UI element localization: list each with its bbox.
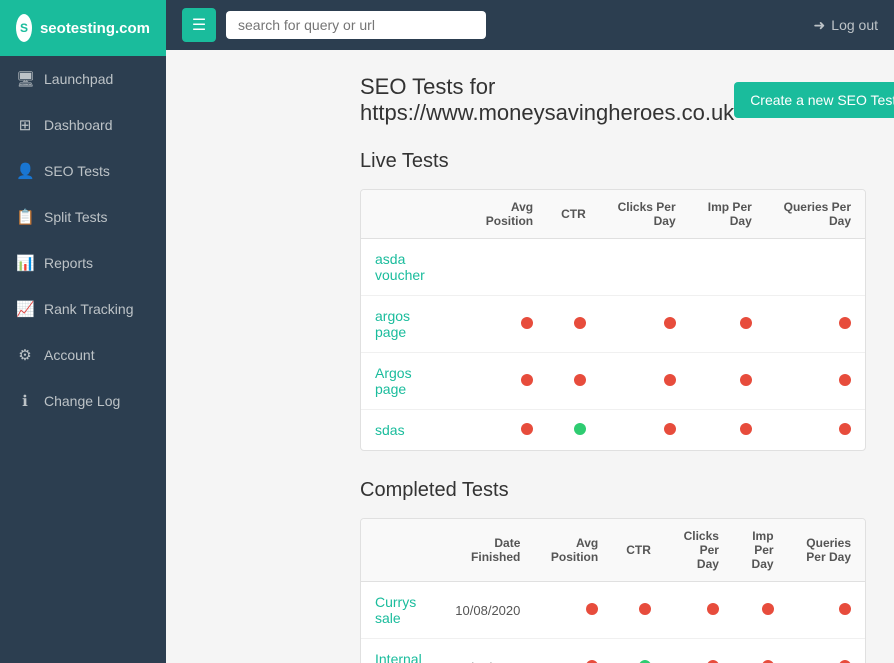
sidebar: S seotesting.com 🖥 Launchpad ⊞ Dashboard… bbox=[0, 0, 166, 663]
sidebar-item-rank-tracking[interactable]: 📈 Rank Tracking bbox=[0, 286, 166, 332]
sidebar-item-label: Change Log bbox=[44, 393, 120, 409]
date-cell: 10/08/2020 bbox=[440, 582, 534, 639]
dashboard-icon: ⊞ bbox=[16, 116, 34, 134]
test-name-link[interactable]: asda voucher bbox=[375, 251, 425, 283]
live-tests-table-container: Avg Position CTR Clicks Per Day Imp Per … bbox=[360, 189, 866, 451]
status-dot bbox=[521, 374, 533, 386]
table-row: Argos page bbox=[361, 353, 865, 410]
status-dot bbox=[586, 603, 598, 615]
status-dot bbox=[839, 374, 851, 386]
create-seo-test-button[interactable]: Create a new SEO Test bbox=[734, 82, 894, 118]
topbar: ☰ ➜ Log out bbox=[166, 0, 894, 50]
change-log-icon: ℹ bbox=[16, 392, 34, 410]
col-imp: Imp Per Day bbox=[690, 190, 766, 239]
completed-tests-table-container: Date Finished Avg Position CTR Clicks Pe… bbox=[360, 518, 866, 663]
logout-area[interactable]: ➜ Log out bbox=[814, 17, 878, 34]
sidebar-item-dashboard[interactable]: ⊞ Dashboard bbox=[0, 102, 166, 148]
status-dot bbox=[839, 423, 851, 435]
sidebar-item-seo-tests[interactable]: 👤 SEO Tests bbox=[0, 148, 166, 194]
menu-button[interactable]: ☰ bbox=[182, 8, 216, 42]
rank-tracking-icon: 📈 bbox=[16, 300, 34, 318]
launchpad-icon: 🖥 bbox=[16, 70, 34, 88]
status-dot bbox=[839, 317, 851, 329]
split-tests-icon: 📋 bbox=[16, 208, 34, 226]
search-input[interactable] bbox=[226, 11, 486, 39]
seo-tests-icon: 👤 bbox=[16, 162, 34, 180]
table-row: sdas bbox=[361, 410, 865, 451]
status-dot bbox=[664, 317, 676, 329]
col-avg-pos: Avg Position bbox=[458, 190, 547, 239]
col-ctr: CTR bbox=[612, 519, 665, 582]
sidebar-item-label: Launchpad bbox=[44, 71, 113, 87]
page-title: SEO Tests for https://www.moneysavingher… bbox=[360, 74, 734, 126]
status-dot bbox=[521, 423, 533, 435]
completed-tests-table: Date Finished Avg Position CTR Clicks Pe… bbox=[361, 519, 865, 663]
test-name-link[interactable]: Argos page bbox=[375, 365, 412, 397]
account-icon: ⚙ bbox=[16, 346, 34, 364]
col-ctr: CTR bbox=[547, 190, 600, 239]
date-cell: 01/08/2020 bbox=[440, 639, 534, 663]
col-date: Date Finished bbox=[440, 519, 534, 582]
col-name bbox=[361, 190, 458, 239]
status-dot bbox=[574, 374, 586, 386]
status-dot bbox=[574, 317, 586, 329]
sidebar-item-label: Rank Tracking bbox=[44, 301, 133, 317]
sidebar-item-launchpad[interactable]: 🖥 Launchpad bbox=[0, 56, 166, 102]
sidebar-item-label: Dashboard bbox=[44, 117, 113, 133]
col-imp: Imp Per Day bbox=[733, 519, 788, 582]
col-queries: Queries Per Day bbox=[766, 190, 865, 239]
status-dot bbox=[740, 423, 752, 435]
logout-icon: ➜ bbox=[814, 17, 826, 34]
status-dot bbox=[664, 423, 676, 435]
col-clicks: Clicks Per Day bbox=[600, 190, 690, 239]
status-dot bbox=[639, 603, 651, 615]
logo-icon: S bbox=[16, 14, 32, 42]
status-dot bbox=[707, 603, 719, 615]
sidebar-logo: S seotesting.com bbox=[0, 0, 166, 56]
live-tests-table: Avg Position CTR Clicks Per Day Imp Per … bbox=[361, 190, 865, 450]
table-row: Currys sale 10/08/2020 bbox=[361, 582, 865, 639]
test-name-link[interactable]: Internal linking bbox=[375, 651, 422, 663]
reports-icon: 📊 bbox=[16, 254, 34, 272]
sidebar-item-label: Account bbox=[44, 347, 95, 363]
table-row: asda voucher bbox=[361, 239, 865, 296]
completed-tests-title: Completed Tests bbox=[360, 479, 866, 502]
status-dot bbox=[574, 423, 586, 435]
col-queries: Queries Per Day bbox=[788, 519, 865, 582]
status-dot bbox=[521, 317, 533, 329]
page-header: SEO Tests for https://www.moneysavingher… bbox=[360, 74, 866, 126]
logout-label: Log out bbox=[831, 17, 878, 33]
test-name-link[interactable]: sdas bbox=[375, 422, 405, 438]
sidebar-item-change-log[interactable]: ℹ Change Log bbox=[0, 378, 166, 424]
status-dot bbox=[762, 603, 774, 615]
col-clicks: Clicks Per Day bbox=[665, 519, 733, 582]
live-tests-section: Live Tests Avg Position CTR Clicks Per D… bbox=[360, 150, 866, 451]
logo-text: seotesting.com bbox=[40, 20, 150, 37]
col-name bbox=[361, 519, 440, 582]
main-content: SEO Tests for https://www.moneysavingher… bbox=[332, 50, 894, 663]
status-dot bbox=[839, 603, 851, 615]
table-row: argos page bbox=[361, 296, 865, 353]
sidebar-item-label: Split Tests bbox=[44, 209, 108, 225]
sidebar-item-split-tests[interactable]: 📋 Split Tests bbox=[0, 194, 166, 240]
test-name-link[interactable]: Currys sale bbox=[375, 594, 416, 626]
col-avg-pos: Avg Position bbox=[534, 519, 612, 582]
sidebar-item-reports[interactable]: 📊 Reports bbox=[0, 240, 166, 286]
test-name-link[interactable]: argos page bbox=[375, 308, 410, 340]
table-row: Internal linking 01/08/2020 bbox=[361, 639, 865, 663]
sidebar-item-label: SEO Tests bbox=[44, 163, 110, 179]
completed-tests-section: Completed Tests Date Finished Avg Positi… bbox=[360, 479, 866, 663]
sidebar-item-label: Reports bbox=[44, 255, 93, 271]
status-dot bbox=[740, 317, 752, 329]
status-dot bbox=[740, 374, 752, 386]
sidebar-item-account[interactable]: ⚙ Account bbox=[0, 332, 166, 378]
live-tests-title: Live Tests bbox=[360, 150, 866, 173]
status-dot bbox=[664, 374, 676, 386]
